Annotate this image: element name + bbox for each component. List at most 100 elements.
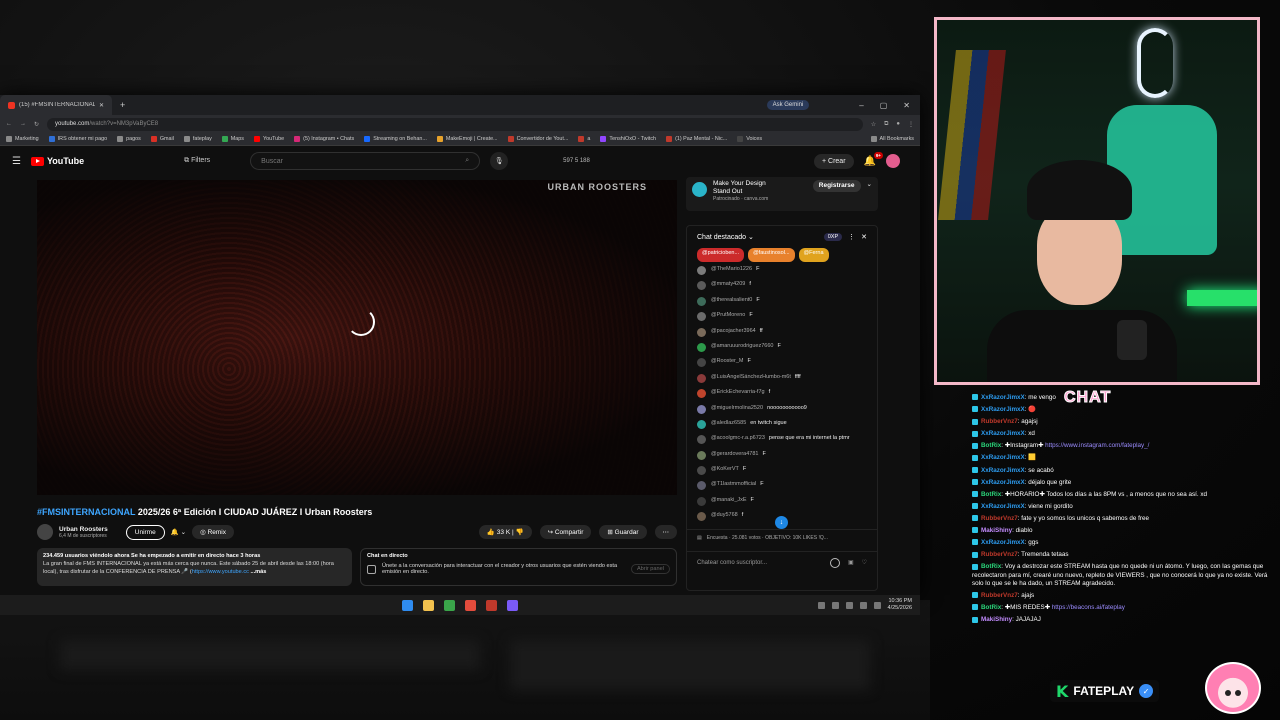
chat-avatar[interactable] (697, 512, 706, 522)
share-button[interactable]: ↪ Compartir (539, 525, 592, 539)
ask-gemini-button[interactable]: Ask Gemini (766, 100, 810, 110)
youtube-logo[interactable]: YouTube (30, 156, 84, 166)
taskbar-app-icon[interactable] (465, 599, 476, 611)
points-badge[interactable]: 0XP (823, 233, 843, 241)
close-tab-icon[interactable]: ✕ (99, 102, 104, 109)
taskbar-app-icon[interactable] (486, 599, 497, 611)
channel-avatar[interactable] (37, 524, 53, 540)
bookmark-item[interactable]: Voices (737, 136, 762, 142)
chat-input[interactable]: Chatear como suscriptor... (697, 560, 822, 566)
bookmark-item[interactable]: MakeEmoji | Create... (436, 136, 498, 142)
pinned-donation-chip[interactable]: @faustinosol... (748, 248, 795, 262)
menu-hamburger-icon[interactable]: ☰ (12, 156, 21, 167)
emoji-icon[interactable] (829, 557, 840, 568)
bookmark-item[interactable]: (5) Instagram • Chats (294, 136, 354, 142)
save-button[interactable]: ⊞ Guardar (599, 525, 647, 539)
bookmark-item[interactable]: (1) Paz Mental - Nic... (666, 136, 727, 142)
chat-avatar[interactable] (697, 389, 706, 399)
show-more-link[interactable]: ...más (251, 569, 267, 575)
chat-author[interactable]: @miguelrmolina2520 (711, 405, 763, 411)
chat-avatar[interactable] (697, 281, 706, 291)
bookmark-item[interactable]: IRS obtener mi pago (48, 136, 107, 142)
create-button[interactable]: + Crear (813, 153, 854, 169)
chevron-down-icon[interactable]: ⌄ (867, 180, 872, 208)
chat-avatar[interactable] (697, 419, 706, 429)
chat-author[interactable]: @acoolgmc-r.a.p6723 (711, 435, 765, 441)
chat-author[interactable]: @duy5768 (711, 512, 738, 518)
taskbar-clock[interactable]: 10:36 PM 4/25/2026 (888, 598, 912, 611)
taskbar-app-icon[interactable] (423, 599, 434, 611)
tab-youtube[interactable]: (15) #FMSINTERNACIONAL 20 ✕ (0, 95, 112, 115)
volume-icon[interactable] (873, 601, 881, 609)
chat-author[interactable]: @amaruuurodriguez7660 (711, 343, 773, 349)
chat-author[interactable]: @pacojacher3964 (711, 328, 756, 334)
filters-button[interactable]: ⧉ Filters (184, 157, 210, 165)
chat-author[interactable]: @Rooster_M (711, 358, 743, 364)
chat-author[interactable]: @ErickEchevarria-f7g (711, 389, 765, 395)
search-icon[interactable]: ⌕ (465, 157, 469, 165)
open-panel-button[interactable]: Abrir panel (630, 564, 670, 574)
bookmark-item[interactable]: TenshiOxO - Twitch (600, 136, 656, 142)
join-button[interactable]: Unirme (125, 524, 165, 540)
chat-avatar[interactable] (697, 404, 706, 414)
chat-author[interactable]: @mmaty4209 (711, 281, 745, 287)
taskbar-app-icon[interactable] (444, 599, 455, 611)
bookmark-item[interactable]: Streaming on Behan... (364, 136, 427, 142)
super-chat-icon[interactable]: ▣ (848, 559, 854, 566)
sponsored-ad[interactable]: Make Your Design Stand Out Patrocinado ·… (686, 177, 878, 211)
search-input[interactable]: Buscar ⌕ (250, 152, 481, 170)
pinned-donation-chip[interactable]: @Ferna (798, 248, 829, 262)
chat-avatar[interactable] (697, 496, 706, 506)
tray-icon[interactable] (831, 601, 839, 609)
extensions-icon[interactable]: ⧉ (884, 121, 888, 128)
poll-banner[interactable]: ▤ Encuesta · 25.081 votos · OBJETIVO: 10… (687, 529, 877, 545)
chat-author[interactable]: @aledlaz6585 (711, 420, 746, 426)
bookmark-item[interactable]: a (578, 136, 590, 142)
chat-author[interactable]: @manaki_JxE (711, 497, 747, 503)
chat-menu-icon[interactable]: ⋮ (848, 233, 855, 241)
bookmark-item[interactable]: Gmail (150, 136, 174, 142)
tray-icon[interactable] (817, 601, 825, 609)
chat-author[interactable]: @therealsalient0 (711, 297, 752, 303)
chat-avatar[interactable] (697, 266, 706, 275)
back-icon[interactable]: ← (6, 121, 12, 127)
like-button[interactable]: 👍 33 K | 👎 (478, 525, 532, 539)
register-button[interactable]: Registrarse (812, 180, 861, 192)
address-bar[interactable]: youtube.com/watch?v=NM3pVaByCE8 (47, 117, 863, 131)
chat-author[interactable]: @LuisAngelSánchezHumbo-m6t (711, 374, 791, 380)
microphone-icon[interactable]: 🎙 (490, 152, 509, 170)
new-tab-icon[interactable]: + (120, 100, 125, 110)
chat-author[interactable]: @KoKerVT (711, 466, 739, 472)
menu-icon[interactable]: ⋮ (908, 121, 914, 128)
chat-author[interactable]: @PrutMoreno (711, 312, 745, 318)
chat-avatar[interactable] (697, 435, 706, 445)
channel-name[interactable]: Urban Roosters (59, 526, 108, 533)
notifications-bell-icon[interactable]: 🔔 9+ (864, 151, 883, 167)
wifi-icon[interactable] (859, 601, 867, 609)
close-chat-icon[interactable]: ✕ (861, 233, 867, 241)
chat-avatar[interactable] (697, 327, 706, 337)
chat-avatar[interactable] (697, 450, 706, 460)
bookmark-item[interactable]: Marketing (6, 136, 39, 142)
profile-icon[interactable]: ● (896, 121, 900, 127)
chat-avatar[interactable] (697, 373, 706, 383)
more-actions-icon[interactable]: ⋯ (654, 525, 677, 539)
minimize-icon[interactable]: – (859, 101, 863, 110)
hashtag-link[interactable]: #FMSINTERNACIONAL (37, 507, 135, 517)
bookmark-item[interactable]: YouTube (253, 136, 284, 142)
avatar[interactable] (886, 154, 900, 168)
chat-avatar[interactable] (697, 466, 706, 476)
bookmark-item[interactable]: Convertidor de Yout... (507, 136, 568, 142)
reload-icon[interactable]: ↻ (34, 121, 39, 128)
chat-author[interactable]: @gerardovera4781 (711, 451, 758, 457)
remix-button[interactable]: ◎ Remix (192, 525, 234, 539)
video-description[interactable]: 234.459 usuarios viéndolo ahora Se ha em… (37, 548, 352, 586)
forward-icon[interactable]: → (20, 121, 26, 127)
tray-icon[interactable] (845, 601, 853, 609)
notification-bell-icon[interactable]: 🔔 ⌄ (171, 528, 186, 536)
bookmark-star-icon[interactable]: ☆ (871, 121, 876, 128)
chat-avatar[interactable] (697, 358, 706, 368)
chat-avatar[interactable] (697, 296, 706, 306)
video-player[interactable]: URBAN ROOSTERS (37, 180, 677, 495)
heart-icon[interactable]: ♡ (862, 559, 867, 566)
